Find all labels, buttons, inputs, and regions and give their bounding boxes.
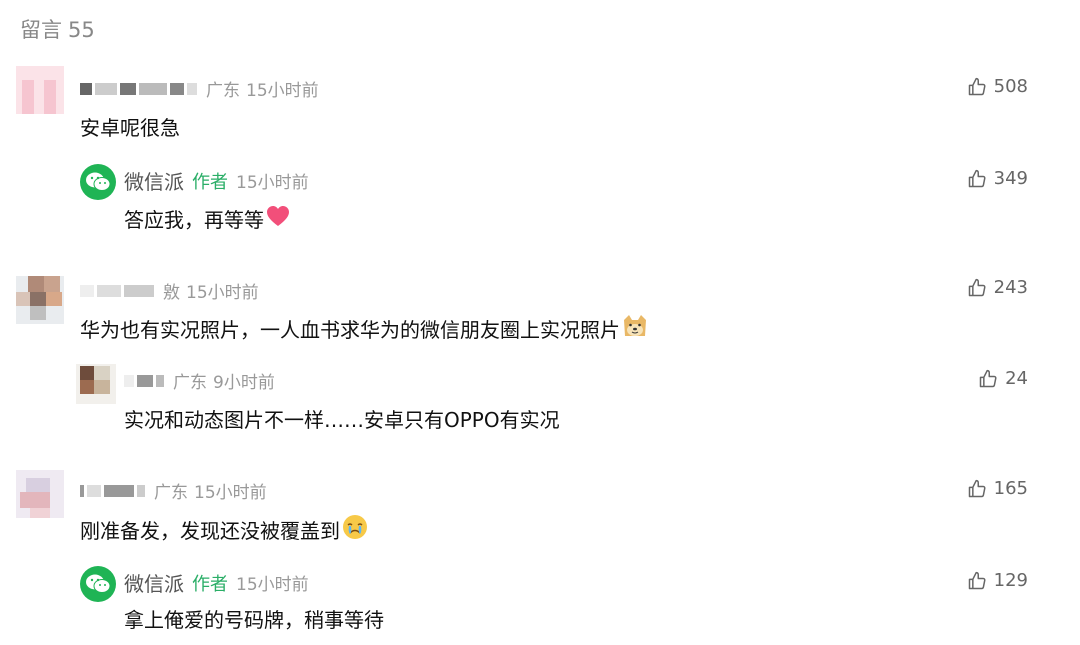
doge-emoji [622, 314, 648, 343]
thumbs-up-icon [968, 479, 986, 497]
comments-header: 留言 55 [20, 14, 95, 44]
like-button[interactable]: 24 [978, 368, 1028, 389]
comment-meta: 敫 15小时前 [80, 278, 259, 303]
comments-title: 留言 [20, 18, 62, 42]
comment-time: 15小时前 [194, 483, 267, 503]
reply-location: 广东 [173, 373, 207, 393]
like-button[interactable]: 129 [967, 570, 1028, 591]
thumbs-up-icon [968, 77, 986, 95]
comment-time: 15小时前 [186, 283, 259, 303]
nickname-mosaic[interactable] [124, 374, 167, 387]
avatar[interactable] [16, 470, 64, 518]
like-button[interactable]: 349 [967, 168, 1028, 189]
comment-text-row: 华为也有实况照片，一人血书求华为的微信朋友圈上实况照片 [80, 314, 648, 343]
avatar[interactable] [76, 364, 116, 404]
reply-text: 答应我，再等等 [124, 208, 264, 232]
author-nickname[interactable]: 微信派 [124, 166, 184, 195]
comments-count: 55 [68, 18, 95, 42]
comment-location: 广东 [154, 483, 188, 503]
author-avatar[interactable] [80, 566, 116, 602]
like-button[interactable]: 508 [967, 76, 1028, 97]
like-count: 243 [993, 277, 1028, 298]
comment-text: 安卓呢很急 [80, 116, 180, 140]
heart-emoji [266, 205, 290, 232]
thumbs-up-icon [979, 369, 997, 387]
avatar[interactable] [16, 276, 64, 324]
like-count: 508 [993, 76, 1028, 97]
reply-text: 实况和动态图片不一样……安卓只有OPPO有实况 [124, 408, 560, 432]
reply-meta: 微信派 作者 15小时前 [124, 166, 309, 195]
crying-emoji [342, 514, 368, 545]
reply-meta: 微信派 作者 15小时前 [124, 568, 309, 597]
comment-meta: 广东 15小时前 [80, 76, 319, 101]
comment-location: 广东 [206, 81, 240, 101]
reply-meta: 广东 9小时前 [124, 368, 275, 393]
avatar[interactable] [16, 66, 64, 114]
reply-time: 9小时前 [213, 373, 275, 393]
comment-text: 华为也有实况照片，一人血书求华为的微信朋友圈上实况照片 [80, 318, 620, 342]
nickname-mosaic[interactable] [80, 484, 148, 497]
nickname-mosaic[interactable] [80, 82, 200, 95]
reply-time: 15小时前 [236, 173, 309, 193]
nickname-mosaic[interactable] [80, 284, 157, 297]
like-count: 24 [1005, 368, 1028, 389]
comment-text: 刚准备发，发现还没被覆盖到 [80, 519, 340, 543]
nickname-tail: 敫 [163, 283, 180, 303]
like-button[interactable]: 243 [967, 277, 1028, 298]
comment-text-row: 刚准备发，发现还没被覆盖到 [80, 514, 368, 545]
like-count: 129 [993, 570, 1028, 591]
author-avatar[interactable] [80, 164, 116, 200]
reply-time: 15小时前 [236, 575, 309, 595]
wechat-logo-icon [86, 172, 111, 191]
reply-text: 拿上俺爱的号码牌，稍事等待 [124, 608, 384, 632]
like-count: 165 [993, 478, 1028, 499]
thumbs-up-icon [968, 278, 986, 296]
author-badge: 作者 [192, 573, 228, 595]
thumbs-up-icon [968, 571, 986, 589]
comment-meta: 广东 15小时前 [80, 478, 267, 503]
like-button[interactable]: 165 [967, 478, 1028, 499]
comment-time: 15小时前 [246, 81, 319, 101]
like-count: 349 [993, 168, 1028, 189]
author-badge: 作者 [192, 171, 228, 193]
thumbs-up-icon [968, 169, 986, 187]
author-nickname[interactable]: 微信派 [124, 568, 184, 597]
wechat-logo-icon [86, 574, 111, 593]
reply-text-row: 答应我，再等等 [124, 204, 290, 233]
